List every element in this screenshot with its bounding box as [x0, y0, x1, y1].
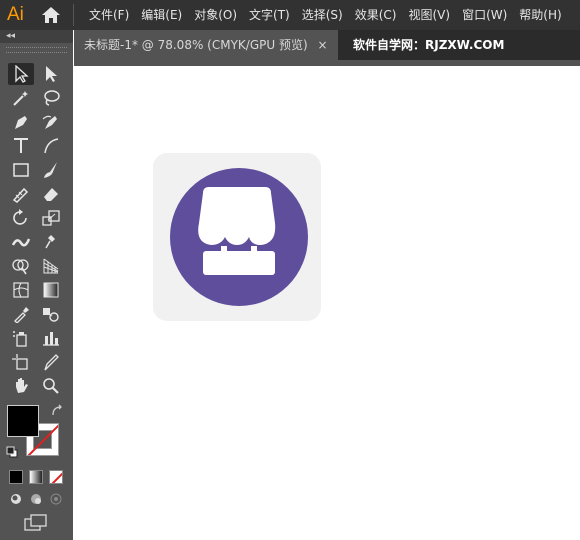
selection-tool-icon[interactable]: [8, 63, 34, 85]
tab-watermark[interactable]: 软件自学网：RJZXW.COM: [353, 30, 504, 60]
home-icon[interactable]: [41, 6, 61, 24]
menu-edit[interactable]: 编辑(E): [135, 0, 188, 30]
draw-normal-icon[interactable]: [9, 492, 23, 506]
direct-selection-tool-icon[interactable]: [38, 63, 64, 85]
collapse-icon[interactable]: ◂◂: [6, 31, 15, 42]
tab-untitled-1[interactable]: 未标题-1* @ 78.08% (CMYK/GPU 预览) ×: [74, 30, 338, 60]
symbol-sprayer-tool-icon[interactable]: [8, 327, 34, 349]
fill-swatch[interactable]: [7, 405, 39, 437]
rectangle-tool-icon[interactable]: [8, 159, 34, 181]
shaper-tool-icon[interactable]: [8, 183, 34, 205]
curvature-tool-icon[interactable]: [38, 111, 64, 133]
puppet-warp-tool-icon[interactable]: [38, 231, 64, 253]
color-mode-button[interactable]: [9, 470, 23, 484]
tools-panel: ◂◂: [0, 30, 73, 540]
paintbrush-tool-icon[interactable]: [38, 159, 64, 181]
eraser-tool-icon[interactable]: [38, 183, 64, 205]
slice-tool-icon[interactable]: [38, 351, 64, 373]
app-icon-artwork[interactable]: [153, 153, 321, 321]
pen-tool-icon[interactable]: [8, 111, 34, 133]
tools-panel-header: ◂◂: [0, 30, 73, 43]
menu-help[interactable]: 帮助(H): [513, 0, 567, 30]
shape-builder-tool-icon[interactable]: [8, 255, 34, 277]
artboard-tool-icon[interactable]: [8, 351, 34, 373]
zoom-tool-icon[interactable]: [38, 375, 64, 397]
menu-bar: Ai 文件(F) 编辑(E) 对象(O) 文字(T) 选择(S) 效果(C) 视…: [0, 0, 580, 30]
menu-divider: [73, 4, 74, 26]
lasso-tool-icon[interactable]: [38, 87, 64, 109]
width-tool-icon[interactable]: [8, 231, 34, 253]
mesh-tool-icon[interactable]: [8, 279, 34, 301]
type-tool-icon[interactable]: [8, 135, 34, 157]
menu-items: 文件(F) 编辑(E) 对象(O) 文字(T) 选择(S) 效果(C) 视图(V…: [83, 0, 568, 30]
column-graph-tool-icon[interactable]: [38, 327, 64, 349]
menu-type[interactable]: 文字(T): [243, 0, 296, 30]
menu-view[interactable]: 视图(V): [402, 0, 456, 30]
line-segment-tool-icon[interactable]: [38, 135, 64, 157]
none-slash-icon: [51, 472, 62, 483]
document-tab-bar: 未标题-1* @ 78.08% (CMYK/GPU 预览) × 软件自学网：RJ…: [74, 30, 580, 60]
rotate-tool-icon[interactable]: [8, 207, 34, 229]
magic-wand-tool-icon[interactable]: [8, 87, 34, 109]
shop-awning-icon: [198, 187, 276, 275]
screen-mode-icon[interactable]: [24, 514, 48, 532]
menu-effect[interactable]: 效果(C): [349, 0, 403, 30]
menu-file[interactable]: 文件(F): [83, 0, 135, 30]
scale-tool-icon[interactable]: [38, 207, 64, 229]
menu-select[interactable]: 选择(S): [296, 0, 349, 30]
eyedropper-tool-icon[interactable]: [8, 303, 34, 325]
document-canvas[interactable]: [74, 66, 580, 540]
hand-tool-icon[interactable]: [8, 375, 34, 397]
panel-grip[interactable]: [6, 47, 67, 53]
blend-tool-icon[interactable]: [38, 303, 64, 325]
gradient-tool-icon[interactable]: [38, 279, 64, 301]
tab-close-icon[interactable]: ×: [317, 30, 327, 60]
gradient-mode-button[interactable]: [29, 470, 43, 484]
draw-behind-icon[interactable]: [29, 492, 43, 506]
tab-label: 未标题-1* @ 78.08% (CMYK/GPU 预览): [84, 38, 308, 52]
swap-fill-stroke-icon[interactable]: [50, 404, 64, 418]
menu-window[interactable]: 窗口(W): [456, 0, 513, 30]
fill-stroke-widget: [6, 404, 66, 464]
draw-inside-icon[interactable]: [49, 492, 63, 506]
none-mode-button[interactable]: [49, 470, 63, 484]
default-fill-stroke-icon[interactable]: [6, 446, 18, 458]
illustrator-logo: Ai: [7, 4, 24, 25]
menu-object[interactable]: 对象(O): [188, 0, 243, 30]
perspective-grid-tool-icon[interactable]: [38, 255, 64, 277]
